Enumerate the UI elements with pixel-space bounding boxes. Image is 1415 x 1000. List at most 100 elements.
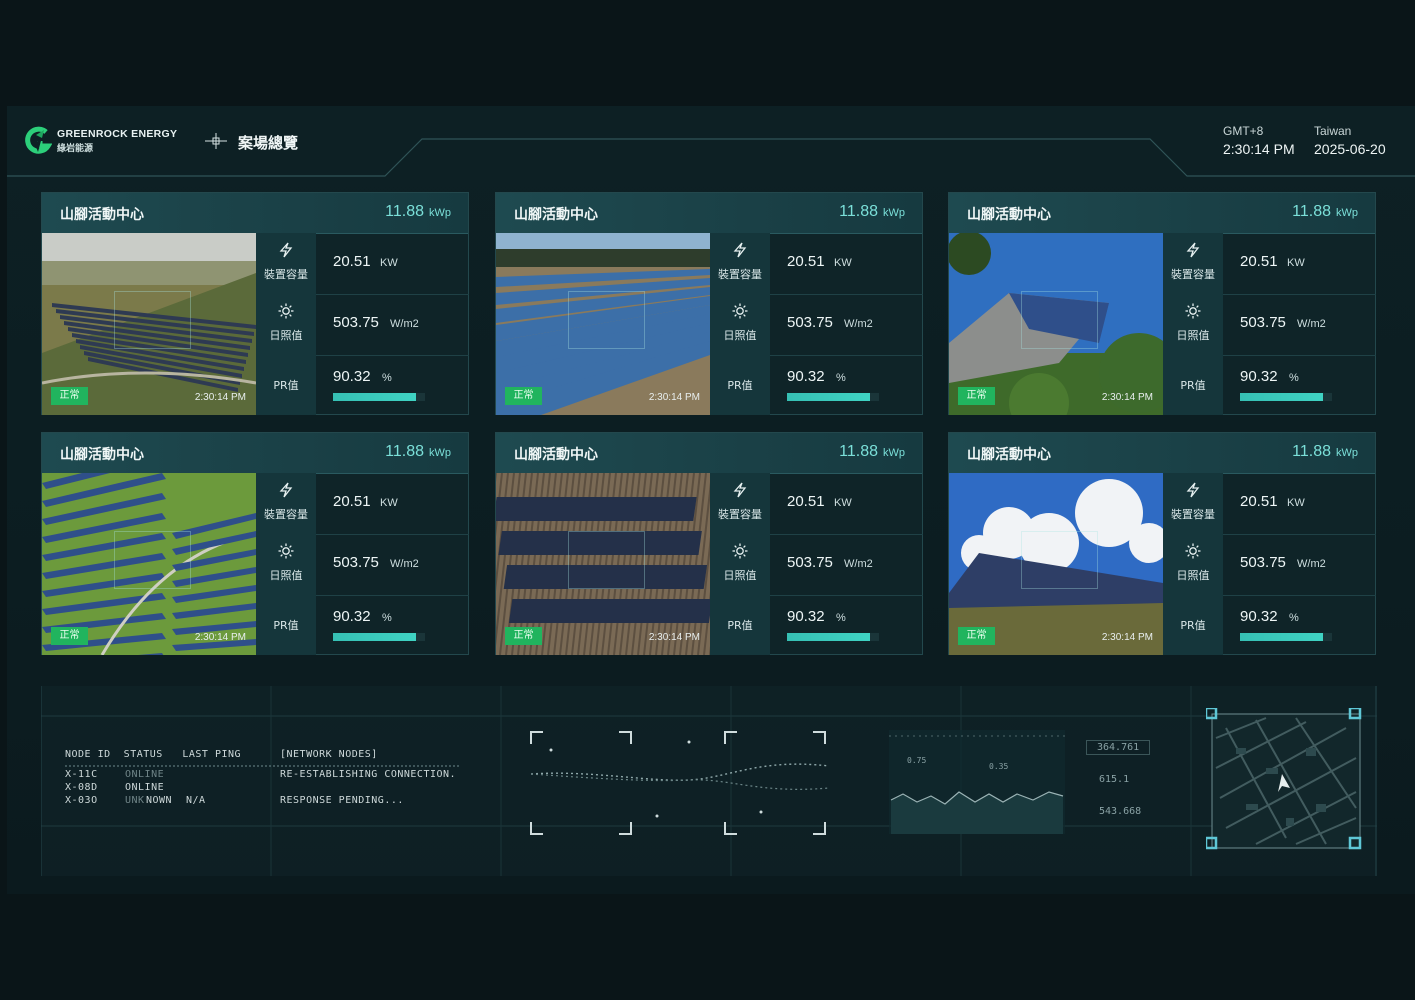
metric-value: 90.32 [333, 368, 371, 385]
metric-unit: W/m2 [1297, 318, 1326, 330]
brand-subtitle: 綠岩能源 [57, 144, 94, 154]
metric-label: 裝置容量 [1171, 268, 1215, 281]
site-card[interactable]: 山腳活動中心 11.88 kWp 正常 2:30:14 PM 裝置容量 20.5… [948, 432, 1376, 655]
bolt-icon [279, 482, 293, 498]
metric-value: 20.51 [787, 493, 825, 510]
card-header: 山腳活動中心 11.88 kWp [42, 433, 468, 474]
device-capacity-row: 裝置容量 20.51 KW [256, 233, 469, 295]
chart-value: 0.35 [989, 762, 1009, 771]
node-status: ONLINE [125, 769, 165, 780]
photo-timestamp: 2:30:14 PM [648, 632, 700, 643]
metric-label: 裝置容量 [1171, 508, 1215, 521]
site-photo[interactable]: 正常 2:30:14 PM [949, 473, 1163, 655]
site-photo[interactable]: 正常 2:30:14 PM [496, 233, 710, 415]
metric-value: 90.32 [1240, 608, 1278, 625]
device-capacity-row: 裝置容量 20.51 KW [710, 233, 923, 295]
pr-row: PR值 90.32 % [1163, 355, 1376, 415]
capacity-unit: kWp [1336, 207, 1358, 219]
metric-value: 90.32 [1240, 368, 1278, 385]
metric-label: 日照值 [723, 329, 757, 342]
metric-label-cell: 裝置容量 [256, 233, 316, 294]
metrics-panel: 裝置容量 20.51 KW 日照值 503.75 W/m2 PR值 90.32 … [1163, 473, 1376, 655]
metric-label-cell: 裝置容量 [710, 233, 770, 294]
pr-progress-bar [333, 393, 425, 401]
metric-label-cell: PR值 [710, 595, 770, 655]
pr-row: PR值 90.32 % [1163, 595, 1376, 655]
pr-progress-bar [333, 633, 425, 641]
site-card[interactable]: 山腳活動中心 11.88 kWp 正常 2:30:14 PM 裝置容量 20.5… [495, 432, 923, 655]
card-header: 山腳活動中心 11.88 kWp [496, 193, 922, 234]
metric-label: 日照值 [723, 569, 757, 582]
site-minimap[interactable] [1206, 708, 1366, 854]
metric-unit: W/m2 [844, 318, 873, 330]
status-badge: 正常 [51, 627, 88, 645]
irradiance-row: 日照值 503.75 W/m2 [1163, 534, 1376, 596]
metric-unit: % [836, 372, 846, 384]
capacity-value: 11.88 [385, 443, 424, 460]
metric-value: 503.75 [1240, 314, 1286, 331]
node-status: NOWN [146, 795, 173, 806]
site-photo[interactable]: 正常 2:30:14 PM [42, 233, 256, 415]
metric-unit: W/m2 [390, 318, 419, 330]
capacity-value: 11.88 [839, 443, 878, 460]
device-capacity-row: 裝置容量 20.51 KW [256, 473, 469, 535]
card-header: 山腳活動中心 11.88 kWp [42, 193, 468, 234]
terminal-network-header: [NETWORK NODES] [280, 749, 378, 760]
metric-unit: KW [834, 257, 852, 269]
dashboard-screen: GREENROCK ENERGY 綠岩能源 案場總覽 GMT+8 2:30:14… [7, 106, 1415, 894]
metric-label: 裝置容量 [264, 508, 308, 521]
metric-label: 裝置容量 [718, 268, 762, 281]
photo-timestamp: 2:30:14 PM [1101, 392, 1153, 403]
metric-label-cell: 裝置容量 [256, 473, 316, 534]
site-card[interactable]: 山腳活動中心 11.88 kWp 正常 2:30:14 PM 裝置容量 20.5… [948, 192, 1376, 415]
site-photo[interactable]: 正常 2:30:14 PM [949, 233, 1163, 415]
site-name: 山腳活動中心 [60, 207, 144, 223]
capacity-value: 11.88 [385, 203, 424, 220]
site-name: 山腳活動中心 [514, 447, 598, 463]
metric-value: 503.75 [333, 554, 379, 571]
site-photo[interactable]: 正常 2:30:14 PM [42, 473, 256, 655]
photo-focus-frame [1021, 531, 1098, 589]
metric-value: 90.32 [333, 608, 371, 625]
metric-label-cell: 日照值 [710, 294, 770, 355]
metric-label-cell: 裝置容量 [710, 473, 770, 534]
photo-timestamp: 2:30:14 PM [1101, 632, 1153, 643]
capacity-unit: kWp [429, 207, 451, 219]
metric-unit: W/m2 [1297, 558, 1326, 570]
metric-value: 503.75 [333, 314, 379, 331]
metric-unit: KW [1287, 497, 1305, 509]
site-card[interactable]: 山腳活動中心 11.88 kWp 正常 2:30:14 PM 裝置容量 20.5… [41, 432, 469, 655]
metric-label-cell: 裝置容量 [1163, 473, 1223, 534]
status-badge: 正常 [505, 627, 542, 645]
capacity-value: 11.88 [1292, 443, 1331, 460]
metric-label-cell: PR值 [1163, 595, 1223, 655]
page-title[interactable]: 案場總覽 [238, 132, 298, 153]
pr-row: PR值 90.32 % [256, 595, 469, 655]
photo-focus-frame [568, 291, 645, 349]
site-name: 山腳活動中心 [967, 207, 1051, 223]
readout-value: 543.668 [1099, 806, 1142, 817]
metric-value: 503.75 [787, 554, 833, 571]
site-photo[interactable]: 正常 2:30:14 PM [496, 473, 710, 655]
irradiance-row: 日照值 503.75 W/m2 [1163, 294, 1376, 356]
crosshair-icon [205, 133, 227, 149]
irradiance-row: 日照值 503.75 W/m2 [256, 534, 469, 596]
pr-progress-fill [787, 393, 871, 401]
metric-unit: % [382, 372, 392, 384]
metric-value: 20.51 [787, 253, 825, 270]
metric-label-cell: 裝置容量 [1163, 233, 1223, 294]
site-card[interactable]: 山腳活動中心 11.88 kWp 正常 2:30:14 PM 裝置容量 20.5… [41, 192, 469, 415]
metric-unit: % [1289, 612, 1299, 624]
metric-value: 503.75 [787, 314, 833, 331]
metric-label-cell: PR值 [256, 355, 316, 415]
pr-progress-bar [787, 633, 879, 641]
metric-unit: % [1289, 372, 1299, 384]
status-badge: 正常 [958, 387, 995, 405]
metric-unit: KW [1287, 257, 1305, 269]
status-badge: 正常 [958, 627, 995, 645]
site-card[interactable]: 山腳活動中心 11.88 kWp 正常 2:30:14 PM 裝置容量 20.5… [495, 192, 923, 415]
node-id: X-08D [65, 782, 98, 793]
brand-name: GREENROCK ENERGY [57, 128, 178, 140]
device-capacity-row: 裝置容量 20.51 KW [1163, 473, 1376, 535]
capacity-unit: kWp [883, 447, 905, 459]
